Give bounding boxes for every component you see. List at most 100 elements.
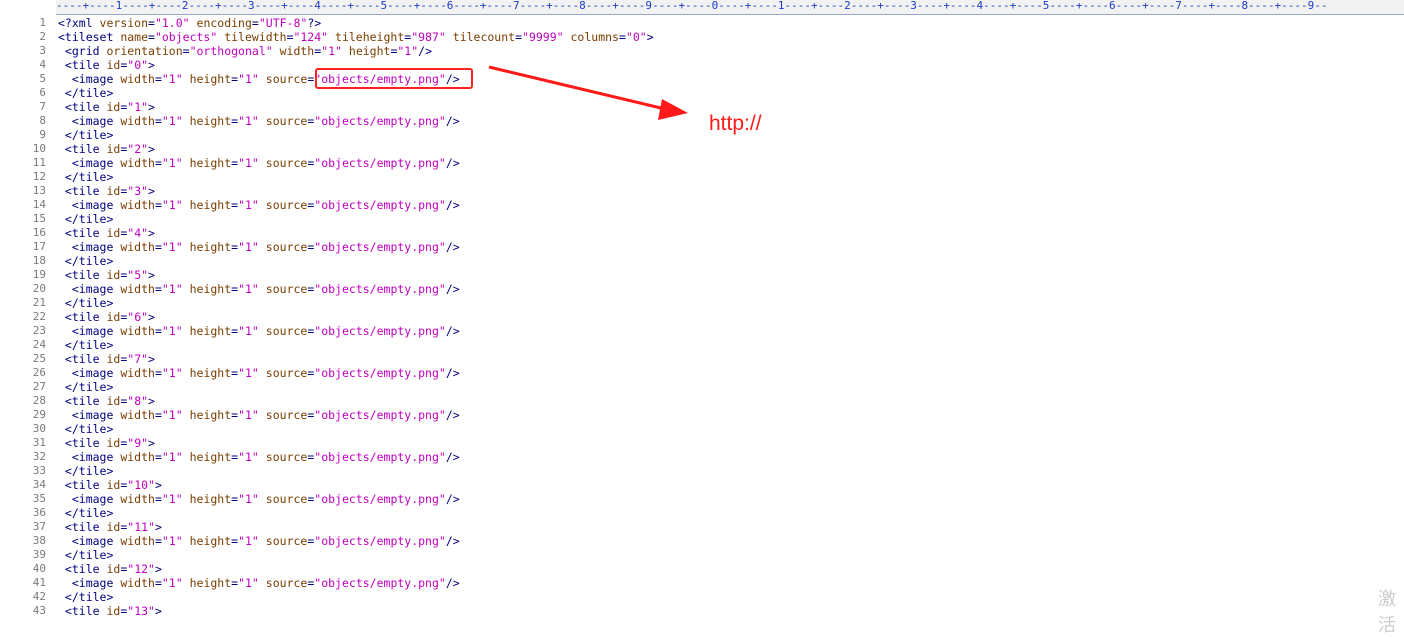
code-line[interactable]: </tile> xyxy=(56,338,1396,352)
tag-text: <tileset xyxy=(58,30,121,44)
code-line[interactable]: <tile id="2"> xyxy=(56,142,1396,156)
attribute-name: tileheight xyxy=(335,30,405,44)
code-line[interactable]: </tile> xyxy=(56,380,1396,394)
code-line[interactable]: <image width="1" height="1" source="obje… xyxy=(56,240,1396,254)
code-editor[interactable]: <?xml version="1.0" encoding="UTF-8"?> <t… xyxy=(56,14,1404,618)
code-line[interactable]: </tile> xyxy=(56,422,1396,436)
tag-text xyxy=(259,324,266,338)
code-line[interactable]: <tile id="0"> xyxy=(56,58,1396,72)
code-line[interactable]: <image width="1" height="1" source="obje… xyxy=(56,198,1396,212)
code-line[interactable]: </tile> xyxy=(56,548,1396,562)
attribute-value: "objects/empty.png" xyxy=(314,408,446,422)
code-line[interactable]: </tile> xyxy=(56,170,1396,184)
attribute-value: "3" xyxy=(127,184,149,198)
code-line[interactable]: <tile id="12"> xyxy=(56,562,1396,576)
line-number: 15 xyxy=(32,212,46,225)
attribute-name: height xyxy=(189,156,232,170)
code-line[interactable]: <tile id="6"> xyxy=(56,310,1396,324)
tag-text: > xyxy=(148,352,155,366)
code-line[interactable]: <image width="1" height="1" source="obje… xyxy=(56,576,1396,590)
tag-text xyxy=(183,72,190,86)
code-line[interactable]: <tile id="4"> xyxy=(56,226,1396,240)
code-line[interactable]: <image width="1" height="1" source="obje… xyxy=(56,492,1396,506)
tag-text xyxy=(259,282,266,296)
code-line[interactable]: <?xml version="1.0" encoding="UTF-8"?> xyxy=(56,16,1396,30)
attribute-name: width xyxy=(120,282,155,296)
line-number: 16 xyxy=(32,226,46,239)
attribute-value: "9999" xyxy=(522,30,564,44)
attribute-value: "1" xyxy=(238,282,259,296)
attribute-name: height xyxy=(189,450,232,464)
tag-text xyxy=(183,114,190,128)
code-line[interactable]: <image width="1" height="1" source="obje… xyxy=(56,156,1396,170)
tag-text: /> xyxy=(445,408,460,422)
code-line[interactable]: </tile> xyxy=(56,506,1396,520)
line-number: 3 xyxy=(39,44,46,57)
attribute-value: "1" xyxy=(238,366,259,380)
code-line-text: <tile id="3"> xyxy=(58,184,155,198)
attribute-name: height xyxy=(189,198,232,212)
attribute-name: id xyxy=(106,142,121,156)
code-line[interactable]: <tile id="5"> xyxy=(56,268,1396,282)
line-number: 21 xyxy=(32,296,46,309)
attribute-name: id xyxy=(106,562,121,576)
code-line[interactable]: <image width="1" height="1" source="obje… xyxy=(56,72,1396,86)
code-line[interactable]: <image width="1" height="1" source="obje… xyxy=(56,408,1396,422)
code-line[interactable]: <tile id="3"> xyxy=(56,184,1396,198)
attribute-value: "2" xyxy=(127,142,149,156)
attribute-name: height xyxy=(189,282,232,296)
code-line[interactable]: <image width="1" height="1" source="obje… xyxy=(56,366,1396,380)
attribute-name: id xyxy=(106,100,121,114)
tag-text: <tile xyxy=(58,142,107,156)
attribute-value: "13" xyxy=(127,604,155,618)
attribute-name: id xyxy=(106,436,121,450)
line-number: 28 xyxy=(32,394,46,407)
attribute-name: id xyxy=(106,226,121,240)
code-line[interactable]: <image width="1" height="1" source="obje… xyxy=(56,450,1396,464)
code-line[interactable]: <tile id="7"> xyxy=(56,352,1396,366)
code-line[interactable]: <tile id="13"> xyxy=(56,604,1396,618)
code-line[interactable]: </tile> xyxy=(56,296,1396,310)
code-line[interactable]: <tile id="10"> xyxy=(56,478,1396,492)
code-line[interactable]: </tile> xyxy=(56,254,1396,268)
attribute-value: "1" xyxy=(238,324,259,338)
tag-text: > xyxy=(148,184,155,198)
tag-text: = xyxy=(154,576,162,590)
attribute-value: "1" xyxy=(161,366,183,380)
code-line[interactable]: </tile> xyxy=(56,86,1396,100)
attribute-value: "1" xyxy=(161,114,183,128)
code-line[interactable]: <tile id="11"> xyxy=(56,520,1396,534)
code-line[interactable]: <image width="1" height="1" source="obje… xyxy=(56,534,1396,548)
attribute-name: width xyxy=(120,408,155,422)
code-line[interactable]: </tile> xyxy=(56,464,1396,478)
tag-text: > xyxy=(148,436,155,450)
attribute-value: "11" xyxy=(127,520,155,534)
attribute-value: "1" xyxy=(161,324,183,338)
tag-text: <image xyxy=(58,156,121,170)
line-number: 39 xyxy=(32,548,46,561)
code-line[interactable]: </tile> xyxy=(56,212,1396,226)
code-line[interactable]: <tile id="8"> xyxy=(56,394,1396,408)
tag-text: /> xyxy=(445,114,460,128)
attribute-name: name xyxy=(120,30,149,44)
attribute-name: source xyxy=(265,282,308,296)
code-line[interactable]: <image width="1" height="1" source="obje… xyxy=(56,282,1396,296)
code-line[interactable]: </tile> xyxy=(56,590,1396,604)
tag-text xyxy=(259,576,266,590)
code-line[interactable]: <tileset name="objects" tilewidth="124" … xyxy=(56,30,1396,44)
line-number: 25 xyxy=(32,352,46,365)
code-line[interactable]: <tile id="9"> xyxy=(56,436,1396,450)
code-line[interactable]: <grid orientation="orthogonal" width="1"… xyxy=(56,44,1396,58)
attribute-value: "7" xyxy=(127,352,149,366)
line-number: 36 xyxy=(32,506,46,519)
code-line-text: </tile> xyxy=(58,170,113,184)
tag-text xyxy=(259,240,266,254)
tag-text: <image xyxy=(58,366,121,380)
attribute-value: "1" xyxy=(161,198,183,212)
code-line[interactable]: <image width="1" height="1" source="obje… xyxy=(56,324,1396,338)
attribute-name: columns xyxy=(570,30,619,44)
tag-text: </tile> xyxy=(58,254,114,268)
attribute-name: width xyxy=(120,450,155,464)
code-line-text: </tile> xyxy=(58,212,113,226)
attribute-value: "4" xyxy=(127,226,149,240)
